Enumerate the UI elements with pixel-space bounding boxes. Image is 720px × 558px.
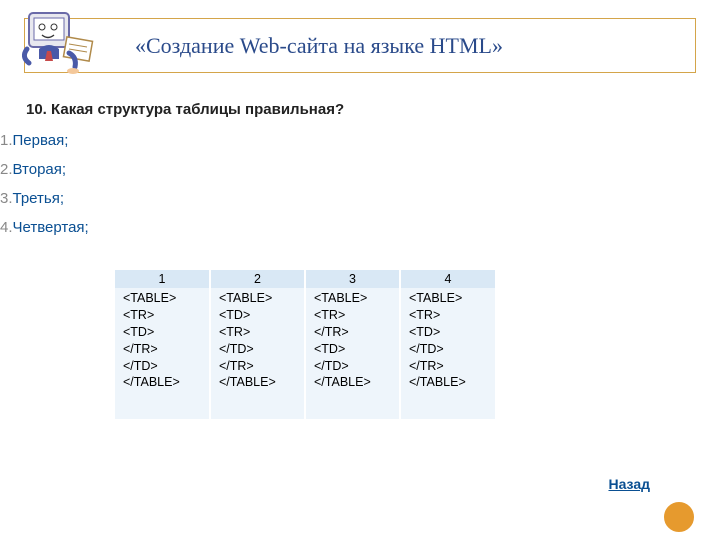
code-col-header: 2 <box>210 270 305 288</box>
code-table: 1 2 3 4 <TABLE> <TR> <TD> </TR> </TD> </… <box>115 270 495 419</box>
code-cell: <TABLE> <TR> <TD> </TD> </TR> </TABLE> <box>400 288 495 419</box>
code-cell: <TABLE> <TR> <TD> </TR> </TD> </TABLE> <box>115 288 210 419</box>
code-col-header: 3 <box>305 270 400 288</box>
page-title: «Создание Web-сайта на языке HTML» <box>135 33 503 59</box>
answer-option[interactable]: 3.Третья; <box>0 188 720 209</box>
answer-option[interactable]: 4.Четвертая; <box>0 217 720 238</box>
mascot-icon <box>17 9 97 83</box>
code-col-header: 1 <box>115 270 210 288</box>
code-cell: <TABLE> <TD> <TR> </TD> </TR> </TABLE> <box>210 288 305 419</box>
answer-option[interactable]: 2.Вторая; <box>0 159 720 180</box>
nav-dot-icon[interactable] <box>662 500 696 534</box>
code-cell: <TABLE> <TR> </TR> <TD> </TD> </TABLE> <box>305 288 400 419</box>
header-bar: «Создание Web-сайта на языке HTML» <box>24 18 696 73</box>
answer-option[interactable]: 1.Первая; <box>0 130 720 151</box>
answer-list: 1.Первая; 2.Вторая; 3.Третья; 4.Четверта… <box>0 130 720 238</box>
back-link[interactable]: Назад <box>608 476 650 492</box>
code-table-wrap: 1 2 3 4 <TABLE> <TR> <TD> </TR> </TD> </… <box>115 270 720 419</box>
question-text: 10. Какая структура таблицы правильная? <box>26 101 694 118</box>
code-col-header: 4 <box>400 270 495 288</box>
